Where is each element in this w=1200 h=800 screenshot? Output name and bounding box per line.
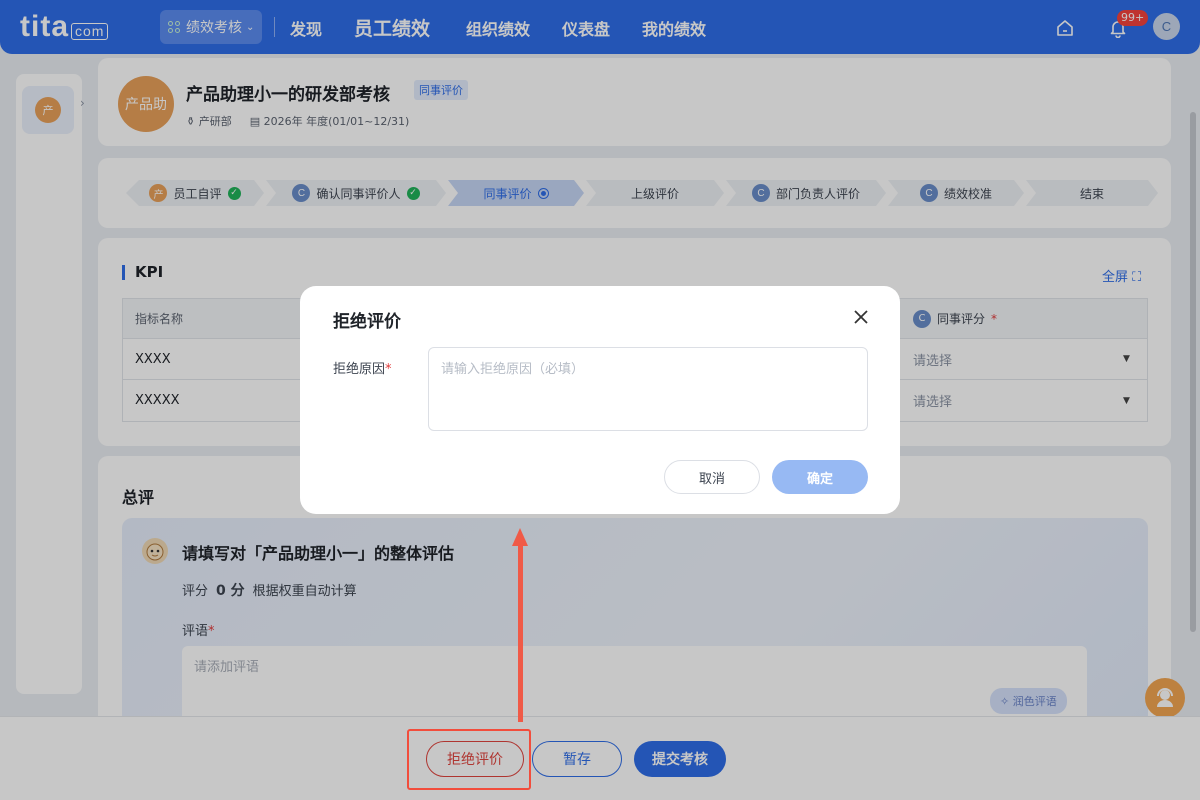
close-icon[interactable] [852, 308, 870, 326]
cancel-button[interactable]: 取消 [664, 460, 760, 494]
annotation-arrow-head [512, 528, 528, 546]
reason-label: 拒绝原因* [333, 358, 392, 377]
annotation-highlight-box [407, 729, 531, 790]
reason-label-text: 拒绝原因 [333, 362, 386, 377]
reject-reason-input[interactable] [428, 347, 868, 431]
confirm-button[interactable]: 确定 [772, 460, 868, 494]
dialog-title: 拒绝评价 [333, 312, 401, 332]
required-mark: * [385, 362, 392, 377]
annotation-arrow-line [518, 542, 523, 722]
reject-review-dialog: 拒绝评价 拒绝原因* 取消 确定 [300, 286, 900, 514]
